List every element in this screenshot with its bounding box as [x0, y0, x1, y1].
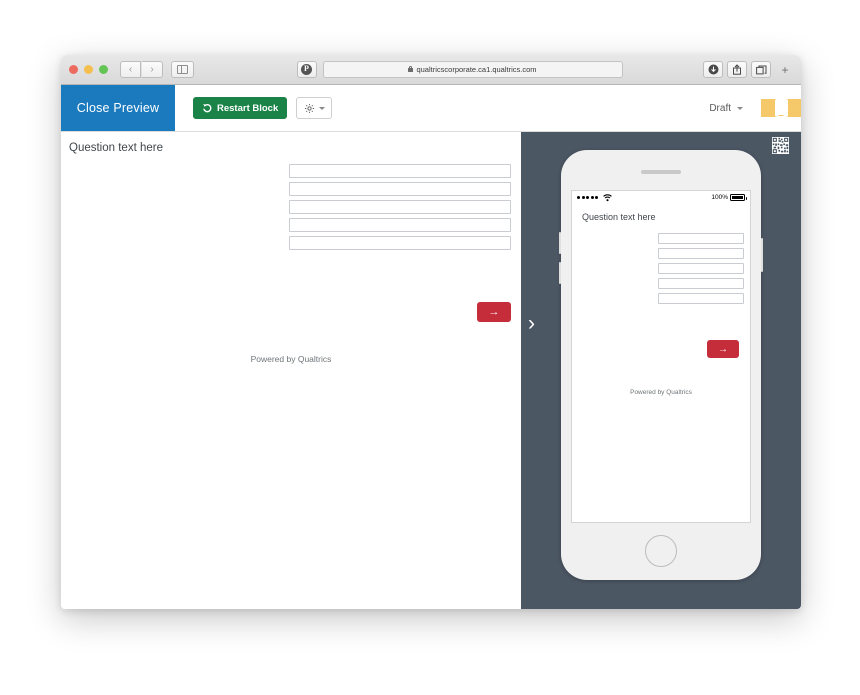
- nav-button-group: ‹ ›: [120, 61, 163, 78]
- screenshot-root: ‹ › qualtricscorporate.ca1.qualtrics.com: [0, 0, 860, 695]
- close-window-button[interactable]: [69, 65, 78, 74]
- phone-volume-down-button: [559, 262, 561, 284]
- zoom-window-button[interactable]: [99, 65, 108, 74]
- minimize-window-button[interactable]: [84, 65, 93, 74]
- pinterest-icon: [301, 63, 312, 75]
- chevron-left-icon: ‹: [128, 64, 133, 75]
- toolbar-right: Draft: [709, 85, 801, 131]
- share-button[interactable]: [727, 61, 747, 78]
- choice-input-3[interactable]: [289, 200, 511, 214]
- lock-icon: [408, 65, 414, 72]
- choice-input-5[interactable]: [289, 236, 511, 250]
- question-title: Question text here: [69, 142, 163, 154]
- browser-window: ‹ › qualtricscorporate.ca1.qualtrics.com: [61, 55, 801, 609]
- choice-input-list: [289, 164, 511, 254]
- arrow-right-icon: →: [488, 306, 500, 318]
- draft-status-dropdown[interactable]: Draft: [709, 103, 761, 114]
- new-tab-button[interactable]: +: [777, 60, 793, 80]
- draft-label: Draft: [709, 102, 731, 114]
- desktop-preview-pane: Question text here → Powered by Qualtric…: [61, 132, 521, 609]
- mobile-choice-input-3[interactable]: [658, 263, 744, 274]
- next-page-button[interactable]: →: [477, 302, 511, 322]
- back-button[interactable]: ‹: [120, 61, 141, 78]
- signal-dot: [586, 196, 589, 199]
- qualtrics-toolbar: Close Preview Restart Block Draft: [61, 85, 801, 132]
- arrow-right-icon: →: [718, 343, 728, 355]
- mobile-choice-input-5[interactable]: [658, 293, 744, 304]
- signal-strength-icon: [577, 193, 612, 202]
- phone-status-bar: 100%: [572, 191, 750, 204]
- traffic-lights: [69, 65, 108, 74]
- tab-overview-button[interactable]: [751, 61, 771, 78]
- mobile-preview-pane: › 100% Question text here → Powered by Q…: [521, 132, 801, 609]
- chevron-down-icon: [737, 106, 743, 110]
- mobile-next-page-button[interactable]: →: [707, 340, 739, 358]
- browser-chrome: ‹ › qualtricscorporate.ca1.qualtrics.com: [61, 55, 801, 85]
- phone-volume-up-button: [559, 232, 561, 254]
- restart-block-button[interactable]: Restart Block: [193, 97, 288, 119]
- chrome-right-buttons: +: [703, 60, 793, 80]
- expand-pane-chevron[interactable]: ›: [528, 313, 535, 334]
- battery-full-icon: [730, 194, 747, 201]
- undo-arrow-icon: [203, 103, 212, 113]
- restart-block-label: Restart Block: [217, 102, 279, 114]
- qr-code-icon[interactable]: [772, 137, 789, 154]
- phone-screen: 100% Question text here → Powered by Qua…: [571, 190, 751, 523]
- mobile-powered-by-footer: Powered by Qualtrics: [630, 389, 692, 396]
- phone-survey-content: Question text here → Powered by Qualtric…: [572, 204, 750, 522]
- url-text: qualtricscorporate.ca1.qualtrics.com: [416, 65, 537, 74]
- plus-icon: +: [781, 62, 789, 77]
- chevron-down-icon: [318, 106, 325, 110]
- signal-dot: [595, 196, 598, 199]
- sidebar-toggle-button[interactable]: [171, 61, 194, 78]
- close-preview-label: Close Preview: [76, 101, 160, 115]
- mobile-choice-input-list: [658, 233, 744, 308]
- signal-dot: [590, 196, 594, 199]
- mobile-preview-toggle[interactable]: [761, 99, 801, 117]
- powered-by-footer: Powered by Qualtrics: [250, 354, 332, 364]
- signal-dot: [577, 196, 580, 199]
- address-bar[interactable]: qualtricscorporate.ca1.qualtrics.com: [322, 61, 623, 78]
- phone-home-button[interactable]: [645, 535, 677, 567]
- mobile-phone-icon: [774, 99, 788, 117]
- address-bar-area: qualtricscorporate.ca1.qualtrics.com: [194, 61, 703, 78]
- mobile-question-title: Question text here: [582, 212, 656, 222]
- sidebar-icon: [177, 65, 188, 74]
- downloads-button[interactable]: [703, 61, 723, 78]
- wifi-icon: [602, 193, 612, 201]
- share-icon: [733, 64, 741, 75]
- download-icon: [708, 64, 718, 75]
- gear-icon: [304, 103, 314, 113]
- signal-dot: [581, 196, 585, 199]
- battery-percent-label: 100%: [711, 194, 728, 201]
- toolbar-actions: Restart Block: [175, 85, 709, 131]
- mobile-choice-input-1[interactable]: [658, 233, 744, 244]
- choice-input-4[interactable]: [289, 218, 511, 232]
- preview-options-button[interactable]: [296, 97, 333, 119]
- mobile-choice-input-2[interactable]: [658, 248, 744, 259]
- choice-input-1[interactable]: [289, 164, 511, 178]
- close-preview-button[interactable]: Close Preview: [61, 85, 175, 131]
- forward-button[interactable]: ›: [142, 61, 163, 78]
- phone-power-button: [761, 238, 763, 272]
- phone-mockup: 100% Question text here → Powered by Qua…: [559, 150, 763, 580]
- mobile-choice-input-4[interactable]: [658, 278, 744, 289]
- battery-status: 100%: [711, 194, 747, 201]
- chevron-right-icon: ›: [150, 64, 154, 75]
- tab-overview-icon: [755, 65, 766, 74]
- preview-body: Question text here → Powered by Qualtric…: [61, 132, 801, 609]
- pinterest-extension-button[interactable]: [296, 61, 317, 78]
- phone-speaker: [641, 170, 681, 174]
- choice-input-2[interactable]: [289, 182, 511, 196]
